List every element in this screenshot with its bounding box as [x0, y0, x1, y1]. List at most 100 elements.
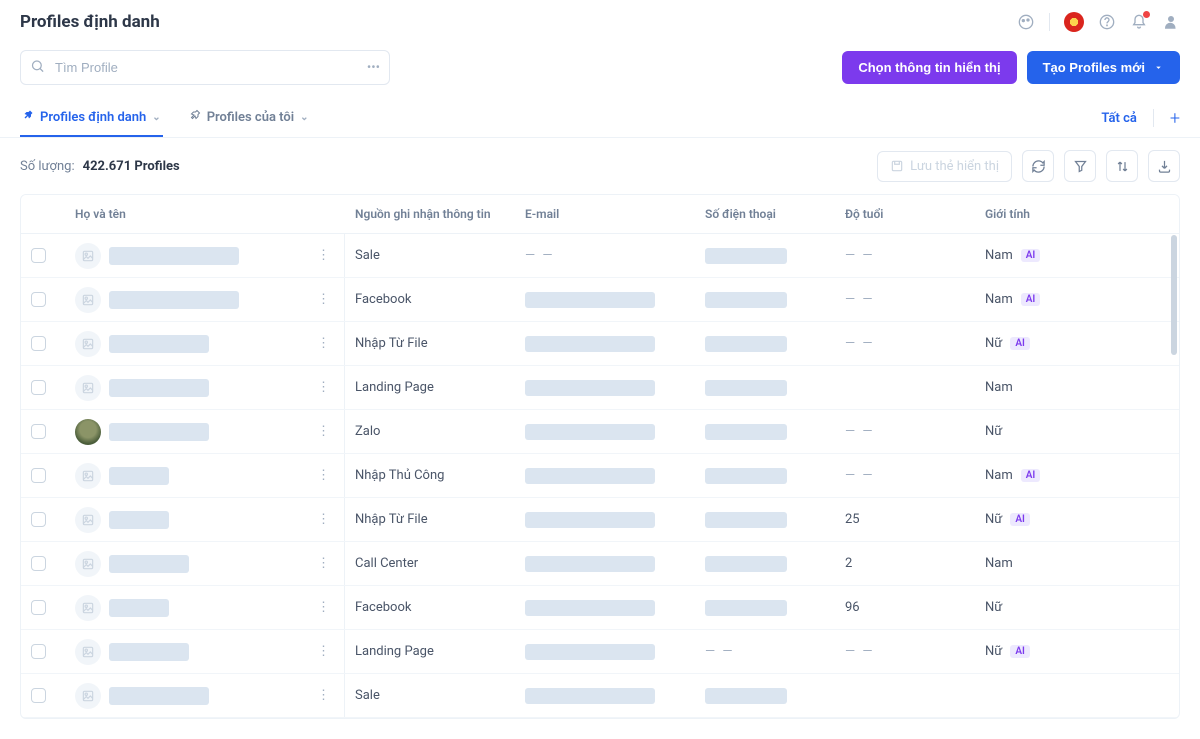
palette-icon[interactable] [1017, 13, 1035, 31]
redacted [109, 599, 169, 617]
col-name[interactable]: Họ và tên [65, 195, 345, 233]
search-wrapper: ••• [20, 50, 390, 85]
search-input[interactable] [20, 50, 390, 85]
source-value: Sale [355, 688, 380, 703]
table-row[interactable]: ⋮Facebook96Nữ [21, 586, 1179, 630]
gender-value: Nam [985, 556, 1013, 571]
download-button[interactable] [1148, 150, 1180, 182]
table-row[interactable]: ⋮Nhập Từ File— —NữAI [21, 322, 1179, 366]
source-value: Facebook [355, 292, 411, 307]
row-checkbox[interactable] [31, 600, 46, 615]
filter-button[interactable] [1064, 150, 1096, 182]
gender-value: Nam [985, 248, 1013, 263]
row-more-icon[interactable]: ⋮ [313, 552, 334, 575]
row-checkbox[interactable] [31, 468, 46, 483]
source-value: Nhập Từ File [355, 336, 428, 351]
avatar[interactable] [75, 507, 101, 533]
dash: — — [845, 248, 875, 263]
divider [1049, 13, 1050, 31]
plus-icon[interactable]: + [1170, 108, 1180, 129]
flag-icon[interactable] [1064, 12, 1084, 32]
source-value: Zalo [355, 424, 380, 439]
pin-icon [22, 109, 34, 125]
table-row[interactable]: ⋮Sale— —— —NamAI [21, 234, 1179, 278]
redacted [525, 600, 655, 616]
bell-icon[interactable] [1130, 13, 1148, 31]
avatar[interactable] [75, 551, 101, 577]
avatar[interactable] [75, 287, 101, 313]
redacted [705, 468, 787, 484]
row-checkbox[interactable] [31, 380, 46, 395]
col-phone[interactable]: Số điện thoại [695, 195, 835, 233]
row-more-icon[interactable]: ⋮ [313, 508, 334, 531]
avatar[interactable] [75, 463, 101, 489]
row-checkbox[interactable] [31, 512, 46, 527]
avatar[interactable] [75, 595, 101, 621]
sort-button[interactable] [1106, 150, 1138, 182]
redacted [525, 644, 655, 660]
create-profile-button[interactable]: Tạo Profiles mới [1027, 51, 1180, 84]
display-info-button[interactable]: Chọn thông tin hiển thị [842, 51, 1016, 84]
help-icon[interactable] [1098, 13, 1116, 31]
table-row[interactable]: ⋮Nhập Từ File25NữAI [21, 498, 1179, 542]
gender-value: Nam [985, 468, 1013, 483]
count-value: 422.671 Profiles [83, 159, 180, 174]
row-more-icon[interactable]: ⋮ [313, 640, 334, 663]
row-checkbox[interactable] [31, 688, 46, 703]
tab-0[interactable]: Profiles định danh⌄ [20, 99, 163, 137]
row-more-icon[interactable]: ⋮ [313, 596, 334, 619]
row-more-icon[interactable]: ⋮ [313, 420, 334, 443]
row-more-icon[interactable]: ⋮ [313, 376, 334, 399]
table-row[interactable]: ⋮Zalo— —Nữ [21, 410, 1179, 454]
redacted [525, 380, 655, 396]
chevron-down-icon: ⌄ [152, 112, 160, 123]
col-gender[interactable]: Giới tính [975, 195, 1135, 233]
row-checkbox[interactable] [31, 556, 46, 571]
row-more-icon[interactable]: ⋮ [313, 684, 334, 707]
row-more-icon[interactable]: ⋮ [313, 288, 334, 311]
ai-badge: AI [1010, 337, 1030, 350]
col-age[interactable]: Độ tuổi [835, 195, 975, 233]
redacted [705, 424, 787, 440]
row-checkbox[interactable] [31, 292, 46, 307]
refresh-button[interactable] [1022, 150, 1054, 182]
row-more-icon[interactable]: ⋮ [313, 244, 334, 267]
redacted [109, 423, 209, 441]
table-row[interactable]: ⋮Nhập Thủ Công— —NamAI [21, 454, 1179, 498]
col-email[interactable]: E-mail [515, 195, 695, 233]
col-source[interactable]: Nguồn ghi nhận thông tin [345, 195, 515, 233]
row-more-icon[interactable]: ⋮ [313, 332, 334, 355]
source-value: Nhập Thủ Công [355, 468, 444, 483]
scrollbar[interactable] [1171, 235, 1177, 716]
row-checkbox[interactable] [31, 336, 46, 351]
redacted [525, 468, 655, 484]
notification-dot [1143, 11, 1150, 18]
dash: — — [845, 644, 875, 659]
save-view-button[interactable]: Lưu thẻ hiển thị [877, 151, 1012, 182]
avatar[interactable] [75, 639, 101, 665]
table-row[interactable]: ⋮Call Center2Nam [21, 542, 1179, 586]
source-value: Landing Page [355, 644, 434, 659]
pin-icon [189, 109, 201, 125]
chevron-down-icon: ⌄ [300, 112, 308, 123]
gender-value: Nam [985, 380, 1013, 395]
table-row[interactable]: ⋮Facebook— —NamAI [21, 278, 1179, 322]
age-value: 96 [845, 600, 860, 615]
avatar[interactable] [75, 331, 101, 357]
table-row[interactable]: ⋮Landing Page— —— —NữAI [21, 630, 1179, 674]
tab-1[interactable]: Profiles của tôi⌄ [187, 99, 311, 137]
search-more-icon[interactable]: ••• [367, 60, 380, 75]
avatar[interactable] [75, 375, 101, 401]
avatar[interactable] [75, 243, 101, 269]
table-row[interactable]: ⋮ Sale [21, 674, 1179, 718]
row-checkbox[interactable] [31, 248, 46, 263]
header-icons [1017, 12, 1180, 32]
row-checkbox[interactable] [31, 424, 46, 439]
user-icon[interactable] [1162, 13, 1180, 31]
avatar[interactable] [75, 683, 101, 709]
table-row[interactable]: ⋮Landing PageNam [21, 366, 1179, 410]
all-link[interactable]: Tất cả [1101, 111, 1136, 126]
avatar[interactable] [75, 419, 101, 445]
row-checkbox[interactable] [31, 644, 46, 659]
row-more-icon[interactable]: ⋮ [313, 464, 334, 487]
